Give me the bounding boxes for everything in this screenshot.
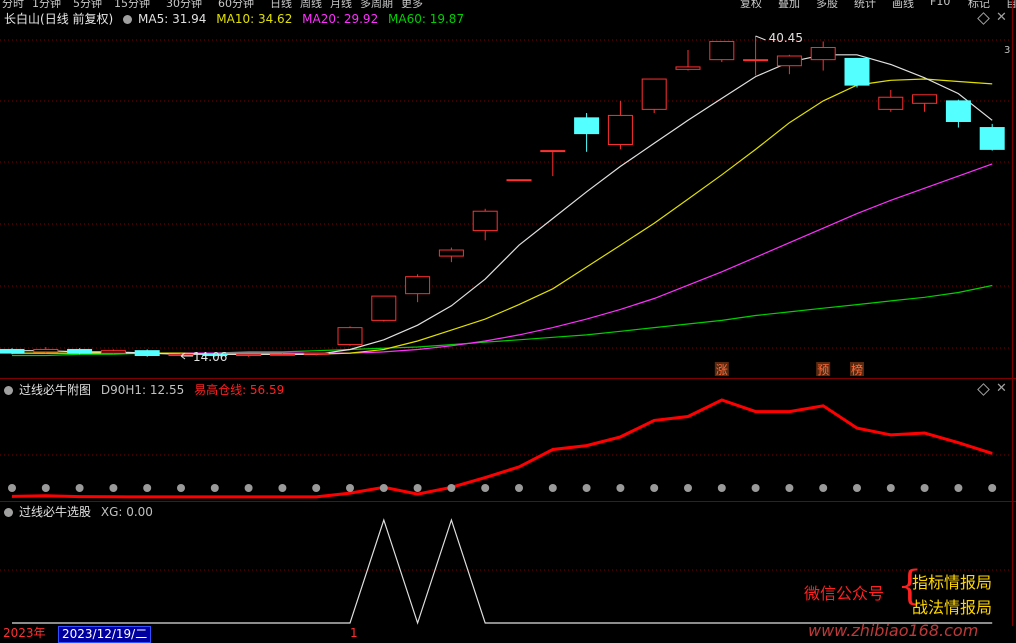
signal_bang-text: 榜	[851, 362, 863, 377]
candle-body-0	[0, 348, 25, 354]
candle-body-23	[776, 55, 802, 67]
indicator1-dot-1	[41, 484, 50, 492]
cursor-date-label: 2023/12/19/二	[58, 626, 152, 643]
candle-body-5	[168, 353, 194, 357]
indicator1-dot-3	[109, 484, 118, 492]
candle-body-3	[100, 350, 126, 354]
candle-body-13	[438, 249, 464, 257]
high-price-label: 40.45	[769, 31, 803, 45]
candle-body-15	[506, 179, 532, 182]
ma60-line	[12, 284, 993, 357]
year-label: 2023年	[3, 626, 46, 640]
signal_zhang-text: 涨	[716, 362, 728, 377]
candle-body-25	[844, 57, 870, 86]
indicator1-dot-5	[177, 484, 185, 492]
high-pointer	[755, 35, 766, 41]
ma10-line	[12, 78, 993, 355]
watermark-brand1: 指标情报局	[912, 573, 993, 592]
indicator1-dot-27	[920, 484, 929, 492]
indicator1-dot-20	[684, 484, 692, 492]
candle-body-26	[878, 96, 904, 110]
indicator1-dot-28	[954, 484, 963, 492]
candle-body-10	[337, 327, 363, 346]
candle-body-20	[675, 66, 701, 70]
right-axis-line	[1012, 0, 1013, 643]
candle-body-22	[743, 59, 769, 62]
indicator1-dot-9	[312, 484, 321, 492]
candle-body-12	[405, 276, 431, 295]
indicator1-dot-4	[143, 484, 152, 492]
kline-chart[interactable]: 40.45 14.06 涨 预 榜	[0, 0, 1012, 626]
signal_yu-text: 预	[817, 363, 829, 377]
indicator1-dot-6	[210, 484, 219, 492]
candle-body-29	[979, 127, 1005, 150]
watermark-wechat: 微信公众号	[804, 584, 885, 603]
indicator1-dot-24	[819, 484, 828, 492]
candle-body-14	[472, 210, 498, 232]
indicator1-dot-14	[481, 484, 490, 492]
candle-body-2	[67, 348, 93, 354]
candle-body-1	[33, 348, 59, 353]
indicator1-dot-13	[447, 484, 456, 492]
candle-body-8	[269, 353, 295, 356]
candle-body-16	[540, 150, 566, 153]
indicator1-dot-7	[244, 484, 253, 492]
candle-body-4	[134, 350, 160, 357]
candle-body-21	[709, 40, 735, 61]
indicator1-dot-12	[413, 484, 422, 492]
candle-body-28	[945, 100, 971, 122]
ma5-line	[12, 54, 993, 355]
indicator1-dot-15	[515, 484, 523, 492]
indicator1-dot-22	[751, 484, 760, 492]
indicator1-dot-10	[346, 484, 354, 492]
indicator1-dot-21	[717, 484, 726, 492]
indicator1-dot-0	[8, 484, 16, 492]
indicator1-dot-18	[616, 484, 625, 492]
candle-body-18	[607, 114, 633, 146]
indicator1-dot-16	[548, 484, 557, 492]
indicator1-dot-8	[278, 484, 287, 492]
indicator1-dot-17	[582, 484, 591, 492]
candle-body-9	[303, 352, 329, 355]
candle-body-17	[574, 117, 600, 135]
indicator1-dot-26	[886, 484, 895, 492]
ma20-line	[12, 163, 993, 354]
indicator1-dot-29	[988, 484, 997, 492]
indicator2-line	[12, 518, 993, 625]
time-axis-tick: 1	[350, 626, 358, 640]
candle-body-24	[810, 47, 836, 61]
indicator1-dot-19	[650, 484, 659, 492]
indicator1-dot-23	[785, 484, 794, 492]
indicator1-dot-11	[379, 484, 388, 492]
watermark-brand2: 战法情报局	[912, 598, 993, 617]
indicator1-dot-2	[75, 484, 84, 492]
watermark-url: www.zhibiao168.com	[808, 621, 979, 640]
low-price-label: 14.06	[193, 350, 227, 364]
candle-body-19	[641, 78, 667, 110]
indicator1-line	[11, 398, 993, 499]
candle-body-11	[371, 295, 397, 321]
candle-body-27	[912, 94, 938, 104]
indicator1-dot-25	[853, 484, 861, 492]
candle-body-7	[236, 353, 262, 357]
